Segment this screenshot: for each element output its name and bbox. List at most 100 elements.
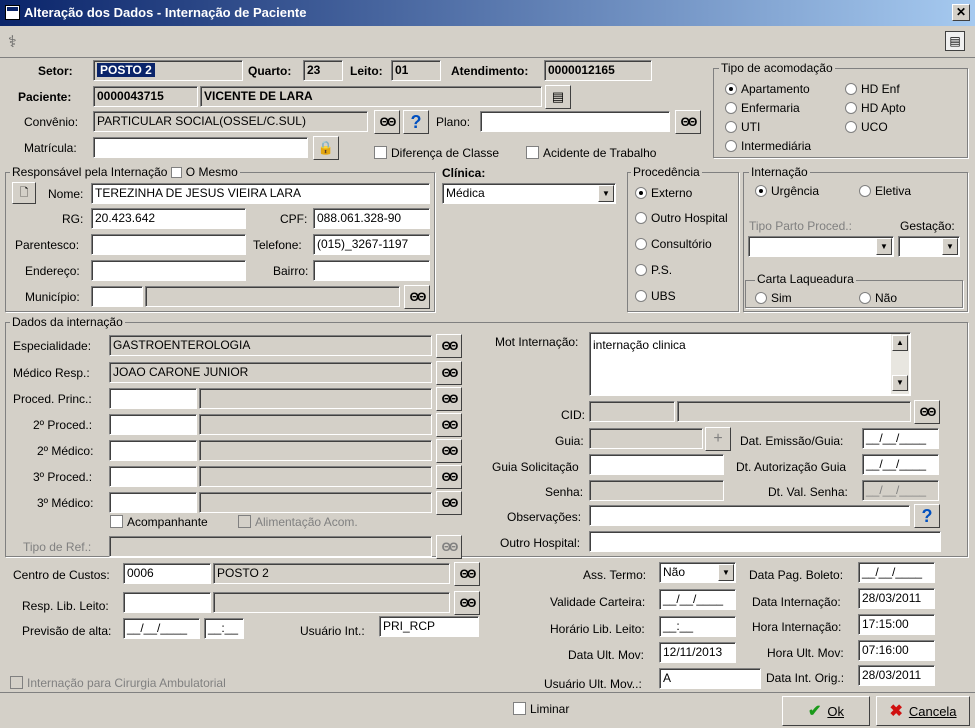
resp-lib-leito-name[interactable] bbox=[213, 592, 450, 613]
senha-field[interactable] bbox=[589, 480, 724, 501]
resp-lib-leito-search-icon[interactable]: ΘΘ bbox=[454, 591, 480, 615]
medico3-search-icon[interactable]: ΘΘ bbox=[436, 491, 462, 515]
medico-search-icon[interactable]: ΘΘ bbox=[436, 361, 462, 385]
horario-lib-leito-field[interactable]: __:__ bbox=[659, 616, 736, 637]
data-internacao-field[interactable]: 28/03/2011 bbox=[858, 588, 935, 609]
cancel-button[interactable]: ✖ Cancela bbox=[876, 696, 970, 726]
plano-search-icon[interactable]: ΘΘ bbox=[675, 110, 701, 134]
radio-ps[interactable]: P.S. bbox=[635, 263, 672, 277]
radio-eletiva[interactable]: Eletiva bbox=[859, 184, 911, 198]
clinica-select[interactable]: Médica ▼ bbox=[442, 183, 616, 204]
proced2-code[interactable] bbox=[109, 414, 197, 435]
data-int-orig-field[interactable]: 28/03/2011 bbox=[858, 665, 935, 686]
convenio-search-icon[interactable]: ΘΘ bbox=[374, 110, 400, 134]
radio-apartamento[interactable]: Apartamento bbox=[725, 82, 810, 96]
radio-externo[interactable]: Externo bbox=[635, 186, 692, 200]
cpf-field[interactable]: 088.061.328-90 bbox=[313, 208, 430, 229]
usuario-ult-mov-field[interactable]: A bbox=[659, 668, 761, 689]
plano-field[interactable] bbox=[480, 111, 670, 132]
centro-custos-code[interactable]: 0006 bbox=[123, 563, 211, 584]
acidente-checkbox-box[interactable] bbox=[526, 146, 539, 159]
guia-add-icon[interactable]: + bbox=[705, 427, 731, 451]
convenio-help-icon[interactable]: ? bbox=[403, 110, 429, 134]
chevron-down-icon[interactable]: ▼ bbox=[876, 238, 892, 255]
chevron-down-icon[interactable]: ▼ bbox=[718, 564, 734, 581]
parentesco-field[interactable] bbox=[91, 234, 246, 255]
radio-uco[interactable]: UCO bbox=[845, 120, 888, 134]
proced3-desc[interactable] bbox=[199, 466, 432, 487]
paciente-nome-field[interactable]: VICENTE DE LARA bbox=[200, 86, 542, 107]
rg-field[interactable]: 20.423.642 bbox=[91, 208, 246, 229]
medico3-code[interactable] bbox=[109, 492, 197, 513]
close-button[interactable]: ✕ bbox=[952, 4, 970, 21]
especialidade-search-icon[interactable]: ΘΘ bbox=[436, 334, 462, 358]
radio-uti[interactable]: UTI bbox=[725, 120, 760, 134]
radio-hd-apto[interactable]: HD Apto bbox=[845, 101, 906, 115]
tipo-ref-field[interactable] bbox=[109, 536, 432, 557]
nome-field[interactable]: TEREZINHA DE JESUS VIEIRA LARA bbox=[91, 183, 430, 204]
paciente-lookup-icon[interactable]: ▤ bbox=[545, 85, 571, 109]
radio-consultorio[interactable]: Consultório bbox=[635, 237, 712, 251]
medico3-desc[interactable] bbox=[199, 492, 432, 513]
proced2-desc[interactable] bbox=[199, 414, 432, 435]
matricula-lock-icon[interactable]: 🔒 bbox=[313, 136, 339, 160]
especialidade-field[interactable]: GASTROENTEROLOGIA bbox=[109, 335, 432, 356]
endereco-field[interactable] bbox=[91, 260, 246, 281]
tipo-parto-select[interactable]: ▼ bbox=[748, 236, 894, 257]
guia-field[interactable] bbox=[589, 428, 703, 449]
resp-lib-leito-code[interactable] bbox=[123, 592, 211, 613]
observacoes-field[interactable] bbox=[589, 505, 910, 526]
hora-ult-mov-field[interactable]: 07:16:00 bbox=[858, 640, 935, 661]
setor-field[interactable]: POSTO 2 bbox=[93, 60, 243, 81]
municipio-code-field[interactable] bbox=[91, 286, 143, 307]
new-document-icon[interactable]: 🗋 bbox=[12, 182, 36, 204]
acompanhante-checkbox[interactable]: Acompanhante bbox=[110, 515, 208, 529]
validade-carteira-field[interactable]: __/__/____ bbox=[659, 589, 736, 610]
medico2-code[interactable] bbox=[109, 440, 197, 461]
atendimento-field[interactable]: 0000012165 bbox=[544, 60, 652, 81]
chevron-down-icon[interactable]: ▼ bbox=[598, 185, 614, 202]
scroll-up-icon[interactable]: ▲ bbox=[892, 335, 908, 351]
liminar-checkbox[interactable]: Liminar bbox=[513, 702, 569, 716]
proced-princ-code[interactable] bbox=[109, 388, 197, 409]
patient-icon[interactable]: ⚕ bbox=[8, 32, 17, 52]
alimentacao-checkbox[interactable]: Alimentação Acom. bbox=[238, 515, 358, 529]
ass-termo-select[interactable]: Não ▼ bbox=[659, 562, 736, 583]
data-pag-boleto-field[interactable]: __/__/____ bbox=[858, 562, 935, 583]
proced-princ-desc[interactable] bbox=[199, 388, 432, 409]
dat-emissao-field[interactable]: __/__/____ bbox=[862, 428, 939, 449]
cid-code[interactable] bbox=[589, 401, 675, 422]
medico2-search-icon[interactable]: ΘΘ bbox=[436, 439, 462, 463]
cid-desc[interactable] bbox=[677, 401, 911, 422]
mesmo-checkbox[interactable] bbox=[170, 167, 182, 178]
dt-val-senha-field[interactable]: __/__/____ bbox=[862, 480, 939, 501]
diferenca-checkbox-box[interactable] bbox=[374, 146, 387, 159]
guia-solicitacao-field[interactable] bbox=[589, 454, 724, 475]
centro-custos-search-icon[interactable]: ΘΘ bbox=[454, 562, 480, 586]
scroll-down-icon[interactable]: ▼ bbox=[892, 375, 908, 391]
usuario-int-field[interactable]: PRI_RCP bbox=[379, 616, 479, 637]
gestacao-select[interactable]: ▼ bbox=[898, 236, 960, 257]
medico2-desc[interactable] bbox=[199, 440, 432, 461]
outro-hospital-field[interactable] bbox=[589, 531, 941, 552]
print-icon[interactable]: ▤ bbox=[945, 31, 965, 51]
mot-internacao-field[interactable]: internação clinica bbox=[589, 332, 911, 396]
municipio-name-field[interactable] bbox=[145, 286, 400, 307]
chevron-down-icon[interactable]: ▼ bbox=[942, 238, 958, 255]
radio-outro-hospital[interactable]: Outro Hospital bbox=[635, 211, 728, 225]
leito-field[interactable]: 01 bbox=[391, 60, 441, 81]
radio-intermediaria[interactable]: Intermediária bbox=[725, 139, 811, 153]
data-ult-mov-field[interactable]: 12/11/2013 bbox=[659, 642, 736, 663]
diferenca-classe-checkbox[interactable]: Diferença de Classe bbox=[374, 146, 499, 160]
radio-hd-enf[interactable]: HD Enf bbox=[845, 82, 900, 96]
medico-resp-field[interactable]: JOAO CARONE JUNIOR bbox=[109, 362, 432, 383]
radio-urgencia[interactable]: Urgência bbox=[755, 184, 819, 198]
proced2-search-icon[interactable]: ΘΘ bbox=[436, 413, 462, 437]
observacoes-help-icon[interactable]: ? bbox=[914, 504, 940, 528]
radio-enfermaria[interactable]: Enfermaria bbox=[725, 101, 800, 115]
proced3-code[interactable] bbox=[109, 466, 197, 487]
previsao-alta-date[interactable]: __/__/____ bbox=[123, 618, 200, 639]
centro-custos-name[interactable]: POSTO 2 bbox=[213, 563, 450, 584]
tipo-ref-search-icon[interactable]: ΘΘ bbox=[436, 535, 462, 559]
dt-autorizacao-field[interactable]: __/__/____ bbox=[862, 454, 939, 475]
